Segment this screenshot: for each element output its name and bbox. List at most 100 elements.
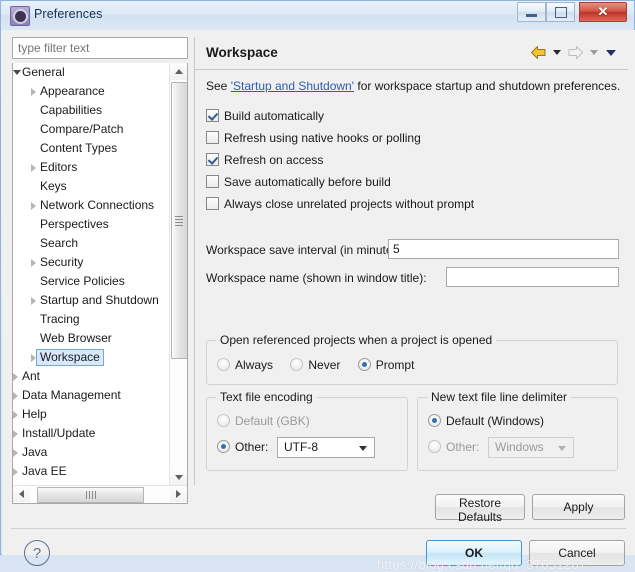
tree-expander-collapsed-icon[interactable]	[13, 373, 18, 381]
tree-item-label: Help	[22, 407, 47, 421]
tree-item-editors[interactable]: Editors	[13, 158, 171, 177]
apply-button[interactable]: Apply	[532, 494, 625, 520]
radio-indicator	[428, 440, 441, 453]
tree-item-label: Appearance	[40, 84, 105, 98]
tree-expander-collapsed-icon[interactable]	[31, 259, 36, 267]
radio-label: Other:	[446, 440, 480, 454]
tree-item-security[interactable]: Security	[13, 253, 171, 272]
view-menu-chevron-down-icon[interactable]	[606, 49, 616, 56]
tree-item-capabilities[interactable]: Capabilities	[13, 101, 171, 120]
tree-item-data-management[interactable]: Data Management	[13, 386, 171, 405]
checkbox-refresh-on-access[interactable]: Refresh on access	[206, 153, 323, 171]
radio-label: Default (GBK)	[235, 414, 310, 428]
field-label: Workspace save interval (in minutes):	[206, 243, 406, 257]
tree-item-startup-and-shutdown[interactable]: Startup and Shutdown	[13, 291, 171, 310]
preference-tree[interactable]: General Appearance Capabilities Compare/Pat…	[12, 63, 188, 504]
tree-expander-collapsed-icon[interactable]	[31, 88, 36, 96]
tree-expander-collapsed-icon[interactable]	[13, 392, 18, 400]
triangle-down-icon	[174, 475, 183, 480]
radio-indicator	[217, 414, 230, 427]
tree-item-java-ee[interactable]: Java EE	[13, 462, 171, 481]
tree-item-content-types[interactable]: Content Types	[13, 139, 171, 158]
tree-item-label: Network Connections	[40, 198, 155, 212]
tree-expander-collapsed-icon[interactable]	[31, 202, 36, 210]
tree-expander-expanded-icon[interactable]	[13, 70, 21, 75]
tree-item-help[interactable]: Help	[13, 405, 171, 424]
tree-item-label: Java EE	[22, 464, 67, 478]
tree-horizontal-scroll-thumb[interactable]	[37, 487, 144, 503]
tree-item-label: Ant	[22, 369, 41, 383]
tree-item-compare-patch[interactable]: Compare/Patch	[13, 120, 171, 139]
tree-item-keys[interactable]: Keys	[13, 177, 171, 196]
tree-item-web-browser[interactable]: Web Browser	[13, 329, 171, 348]
scroll-grip-icon	[85, 491, 96, 499]
tree-item-general[interactable]: General	[13, 63, 171, 82]
checkbox-label: Refresh using native hooks or polling	[224, 131, 421, 145]
scroll-right-button[interactable]	[170, 486, 187, 502]
tree-item-label: Content Types	[40, 141, 118, 155]
tree-item-service-policies[interactable]: Service Policies	[13, 272, 171, 291]
back-arrow-icon[interactable]	[530, 45, 547, 60]
tree-item-search[interactable]: Search	[13, 234, 171, 253]
tree-horizontal-scrollbar[interactable]	[13, 485, 187, 503]
radio-indicator	[290, 358, 304, 371]
tree-item-appearance[interactable]: Appearance	[13, 82, 171, 101]
tree-item-perspectives[interactable]: Perspectives	[13, 215, 171, 234]
tree-expander-collapsed-icon[interactable]	[13, 430, 18, 438]
tree-item-java[interactable]: Java	[13, 443, 171, 462]
tree-item-network-connections[interactable]: Network Connections	[13, 196, 171, 215]
workspace-name-input[interactable]	[446, 267, 619, 287]
radio-option-never[interactable]: Never	[290, 358, 343, 372]
chevron-down-icon	[558, 446, 566, 451]
title-bar: Preferences ✕	[1, 1, 634, 30]
checkbox-build-automatically[interactable]: Build automatically	[206, 109, 324, 127]
checkbox-unchecked-icon	[206, 175, 219, 188]
forward-history-chevron-down-icon	[590, 50, 598, 55]
delimiter-default-option[interactable]: Default (Windows)	[428, 414, 544, 428]
cancel-button[interactable]: Cancel	[529, 540, 625, 566]
encoding-other-option[interactable]: Other:	[217, 440, 268, 454]
tree-expander-collapsed-icon[interactable]	[31, 164, 36, 172]
startup-shutdown-link[interactable]: 'Startup and Shutdown'	[231, 79, 354, 93]
tree-item-ant[interactable]: Ant	[13, 367, 171, 386]
radio-option-prompt[interactable]: Prompt	[357, 358, 414, 372]
close-button[interactable]: ✕	[579, 2, 627, 22]
tree-item-workspace[interactable]: Workspace	[13, 348, 171, 367]
checkbox-refresh-using-native-hooks-or-polling[interactable]: Refresh using native hooks or polling	[206, 131, 421, 149]
triangle-right-icon	[176, 490, 181, 498]
radio-option-always[interactable]: Always	[217, 358, 276, 372]
encoding-combo[interactable]: UTF-8	[277, 437, 375, 458]
scroll-left-button[interactable]	[13, 486, 30, 502]
maximize-button[interactable]	[546, 2, 575, 22]
restore-defaults-button[interactable]: Restore Defaults	[435, 494, 525, 524]
scroll-up-button[interactable]	[170, 63, 187, 80]
tree-vertical-scrollbar[interactable]	[169, 63, 187, 486]
checkbox-always-close-unrelated-projects-without-prompt[interactable]: Always close unrelated projects without …	[206, 197, 474, 215]
tree-item-tracing[interactable]: Tracing	[13, 310, 171, 329]
tree-item-label: Web Browser	[40, 331, 112, 345]
ok-button[interactable]: OK	[426, 540, 522, 566]
text-file-encoding-title: Text file encoding	[216, 390, 317, 404]
forward-arrow-icon	[568, 46, 583, 59]
tree-item-install-update[interactable]: Install/Update	[13, 424, 171, 443]
minimize-button[interactable]	[517, 2, 546, 22]
tree-expander-collapsed-icon[interactable]	[13, 411, 18, 419]
tree-item-label: Tracing	[40, 312, 80, 326]
back-history-chevron-down-icon[interactable]	[553, 50, 561, 55]
line-delimiter-title: New text file line delimiter	[427, 390, 572, 404]
text-file-encoding-group: Text file encoding Default (GBK) Other: …	[206, 390, 408, 471]
tree-item-label: Service Policies	[40, 274, 125, 288]
tree-vertical-scroll-thumb[interactable]	[171, 82, 187, 359]
checkbox-save-automatically-before-build[interactable]: Save automatically before build	[206, 175, 391, 193]
checkbox-checked-icon	[206, 153, 219, 166]
filter-input[interactable]	[12, 37, 188, 59]
help-question-icon[interactable]: ?	[24, 540, 50, 566]
tree-expander-collapsed-icon[interactable]	[13, 468, 18, 476]
tree-item-label: Perspectives	[40, 217, 109, 231]
encoding-default-option[interactable]: Default (GBK)	[217, 414, 310, 428]
dialog-client-area: General Appearance Capabilities Compare/Pat…	[2, 30, 635, 572]
scroll-down-button[interactable]	[170, 469, 187, 486]
tree-expander-collapsed-icon[interactable]	[13, 449, 18, 457]
workspace-save-interval-input[interactable]	[388, 239, 619, 259]
tree-expander-collapsed-icon[interactable]	[31, 297, 36, 305]
